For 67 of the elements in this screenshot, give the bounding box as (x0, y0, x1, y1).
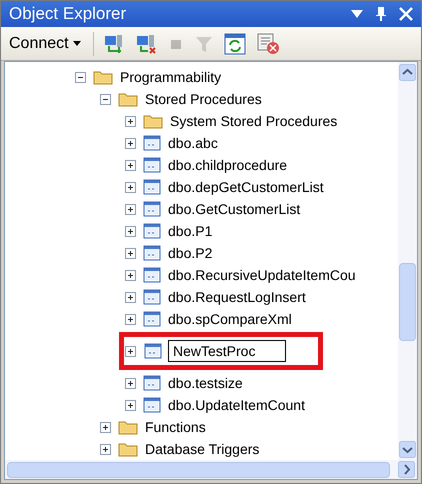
procedure-icon (143, 135, 161, 151)
close-icon[interactable] (399, 7, 413, 21)
procedure-icon (143, 311, 161, 327)
procedure-icon (143, 397, 161, 413)
expand-icon[interactable] (125, 378, 136, 388)
tree-item[interactable]: Database Triggers (145, 438, 260, 460)
tree-item[interactable]: dbo.UpdateItemCount (168, 394, 305, 416)
tree-item[interactable]: dbo.P2 (168, 242, 212, 264)
scroll-down-icon[interactable] (399, 441, 416, 458)
window-title: Object Explorer (9, 3, 128, 26)
expand-icon[interactable] (125, 116, 136, 126)
expand-icon[interactable] (100, 444, 111, 454)
tree-item[interactable]: dbo.RequestLogInsert (168, 286, 306, 308)
pin-icon[interactable] (375, 6, 387, 22)
scroll-thumb[interactable] (399, 263, 416, 341)
procedure-icon (143, 179, 161, 195)
tree-item[interactable]: dbo.abc (168, 132, 218, 154)
expand-icon[interactable] (125, 248, 136, 258)
procedure-icon (143, 375, 161, 391)
procedure-icon (143, 289, 161, 305)
vertical-scrollbar[interactable] (398, 62, 417, 460)
tree-item[interactable]: System Stored Procedures (170, 110, 338, 132)
expand-icon[interactable] (125, 160, 136, 170)
folder-icon (93, 69, 113, 85)
procedure-icon (143, 267, 161, 283)
expand-icon[interactable] (125, 204, 136, 214)
expand-icon[interactable] (125, 270, 136, 280)
folder-icon (143, 113, 163, 129)
caret-icon (72, 41, 81, 46)
disconnect-icon[interactable] (136, 34, 158, 54)
procedure-icon (143, 223, 161, 239)
rename-field[interactable]: NewTestProc (168, 340, 286, 362)
tree-item[interactable]: dbo.depGetCustomerList (168, 176, 324, 198)
tree-item[interactable]: dbo.RecursiveUpdateItemCou (168, 264, 356, 286)
expand-icon[interactable] (125, 346, 136, 356)
expand-icon[interactable] (125, 292, 136, 302)
connect-button[interactable]: Connect (9, 32, 94, 56)
tree-item[interactable]: Programmability (120, 66, 222, 88)
expand-icon[interactable] (100, 422, 111, 432)
collapse-icon[interactable] (100, 94, 111, 104)
tree-item[interactable]: dbo.spCompareXml (168, 308, 292, 330)
folder-icon (118, 91, 138, 107)
scroll-up-icon[interactable] (399, 64, 416, 81)
tree-item[interactable]: dbo.GetCustomerList (168, 198, 300, 220)
folder-icon (118, 441, 138, 457)
cancel-script-icon[interactable] (256, 32, 280, 54)
procedure-icon (144, 343, 162, 359)
tree-item[interactable]: dbo.P1 (168, 220, 212, 242)
expand-icon[interactable] (125, 226, 136, 236)
procedure-icon (143, 157, 161, 173)
dropdown-icon[interactable] (351, 10, 363, 18)
refresh-icon[interactable] (224, 32, 246, 54)
horizontal-scrollbar[interactable] (5, 460, 417, 479)
tree-item[interactable]: dbo.childprocedure (168, 154, 288, 176)
folder-icon (118, 419, 138, 435)
tree-item[interactable]: dbo.testsize (168, 372, 243, 394)
expand-icon[interactable] (125, 400, 136, 410)
tree-item[interactable]: Functions (145, 416, 206, 438)
collapse-icon[interactable] (75, 72, 86, 82)
scroll-right-icon[interactable] (398, 461, 415, 478)
procedure-icon (143, 201, 161, 217)
expand-icon[interactable] (125, 138, 136, 148)
expand-icon[interactable] (125, 314, 136, 324)
procedure-icon (143, 245, 161, 261)
expand-icon[interactable] (125, 182, 136, 192)
scroll-thumb[interactable] (7, 462, 390, 478)
tree-item[interactable]: Stored Procedures (145, 88, 262, 110)
